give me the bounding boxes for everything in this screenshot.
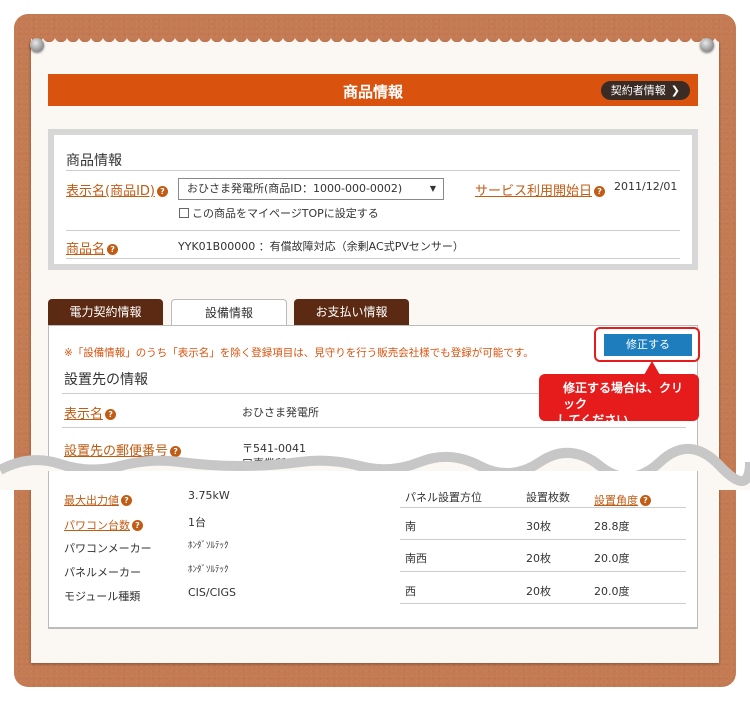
service-start-label-group: サービス利用開始日? — [475, 180, 606, 199]
panel-maker-label: パネルメーカー — [64, 566, 141, 579]
table-cell: 南西 — [405, 552, 427, 565]
edit-button[interactable]: 修正する — [604, 334, 692, 356]
product-name-label[interactable]: 商品名 — [66, 242, 105, 257]
table-header: パネル設置方位 — [405, 491, 482, 504]
divider — [66, 170, 680, 171]
tab-equipment[interactable]: 設備情報 — [171, 299, 287, 327]
angle-header-group: 設置角度? — [594, 489, 651, 508]
display-name-label[interactable]: 表示名(商品ID) — [66, 184, 155, 199]
table-cell: 30枚 — [526, 520, 551, 533]
callout-text: してください。 — [557, 413, 641, 427]
pin-icon — [700, 38, 714, 52]
help-icon[interactable]: ? — [157, 186, 168, 197]
checkbox[interactable] — [179, 208, 189, 218]
table-cell: 20枚 — [526, 585, 551, 598]
pcs-count-value: 1台 — [188, 516, 206, 529]
service-start-label[interactable]: サービス利用開始日 — [475, 184, 592, 199]
product-select[interactable]: おひさま発電所(商品ID：1000-000-0002) ▼ — [178, 178, 444, 200]
product-select-value: おひさま発電所(商品ID：1000-000-0002) — [187, 182, 403, 195]
product-info-panel: 商品情報 表示名(商品ID)? おひさま発電所(商品ID：1000-000-00… — [48, 129, 698, 270]
service-start-value: 2011/12/01 — [614, 180, 678, 193]
divider — [400, 603, 686, 604]
equipment-notice: ※「設備情報」のうち「表示名」を除く登録項目は、見守りを行う販売会社様でも登録が… — [64, 347, 534, 359]
pin-icon — [30, 38, 44, 52]
tab-bar: 電力契約情報 設備情報 お支払い情報 — [48, 299, 698, 327]
callout-tail — [644, 361, 660, 375]
table-header[interactable]: 設置角度 — [594, 494, 638, 507]
help-icon[interactable]: ? — [107, 244, 119, 255]
installation-info-title: 設置先の情報 — [64, 372, 148, 388]
display-name-label-group: 表示名(商品ID)? — [66, 180, 168, 199]
max-output-label-group: 最大出力値? — [64, 489, 132, 508]
divider — [66, 230, 680, 231]
table-cell: 20枚 — [526, 552, 551, 565]
checkbox-label: この商品をマイページTOPに設定する — [192, 207, 379, 220]
set-top-checkbox-row[interactable]: この商品をマイページTOPに設定する — [179, 205, 379, 221]
paper-torn-edge — [31, 36, 719, 48]
divider — [400, 507, 686, 508]
module-value: CIS/CIGS — [188, 586, 237, 599]
table-cell: 28.8度 — [594, 520, 630, 533]
product-name-label-group: 商品名? — [66, 238, 119, 257]
edit-callout: 修正する場合は、クリック してください。 — [539, 374, 699, 427]
pcs-maker-label: パワコンメーカー — [64, 542, 152, 555]
divider — [400, 539, 686, 540]
dropdown-arrow-icon: ▼ — [429, 184, 436, 193]
divider — [66, 258, 680, 259]
callout-text: 修正する場合は、クリック — [563, 381, 684, 411]
product-name-value: YYK01B00000 ：有償故障対応（余剰AC式PVセンサー） — [178, 240, 464, 253]
table-cell: 南 — [405, 520, 416, 533]
panel-maker-value: ﾎﾝﾀﾞｿﾙﾃｯｸ — [188, 565, 229, 575]
contract-info-label: 契約者情報 — [610, 84, 666, 97]
chevron-right-icon: ❯ — [670, 84, 680, 97]
divider — [400, 571, 686, 572]
tab-power-contract[interactable]: 電力契約情報 — [48, 299, 163, 326]
max-output-value: 3.75kW — [188, 489, 230, 502]
help-icon[interactable]: ? — [105, 409, 117, 420]
help-icon[interactable]: ? — [132, 520, 143, 531]
edit-button-highlight: 修正する — [594, 327, 700, 362]
help-icon[interactable]: ? — [594, 186, 606, 197]
table-cell: 西 — [405, 585, 416, 598]
contract-info-button[interactable]: 契約者情報 ❯ — [600, 81, 690, 100]
eq-display-name-label-group: 表示名? — [64, 403, 117, 422]
product-info-title: 商品情報 — [66, 153, 122, 169]
table-header: 設置枚数 — [526, 491, 570, 504]
max-output-label[interactable]: 最大出力値 — [64, 494, 119, 507]
pcs-count-label[interactable]: パワコン台数 — [64, 519, 130, 532]
eq-display-name-value: おひさま発電所 — [242, 406, 319, 419]
page-header: 商品情報 契約者情報 ❯ — [48, 74, 698, 106]
pcs-maker-value: ﾎﾝﾀﾞｿﾙﾃｯｸ — [188, 541, 229, 551]
pcs-count-label-group: パワコン台数? — [64, 514, 143, 533]
module-label: モジュール種類 — [64, 590, 141, 603]
help-icon[interactable]: ? — [640, 495, 651, 506]
help-icon[interactable]: ? — [121, 495, 132, 506]
eq-display-name-label[interactable]: 表示名 — [64, 407, 103, 422]
table-cell: 20.0度 — [594, 585, 630, 598]
table-cell: 20.0度 — [594, 552, 630, 565]
tab-payment[interactable]: お支払い情報 — [294, 299, 409, 326]
